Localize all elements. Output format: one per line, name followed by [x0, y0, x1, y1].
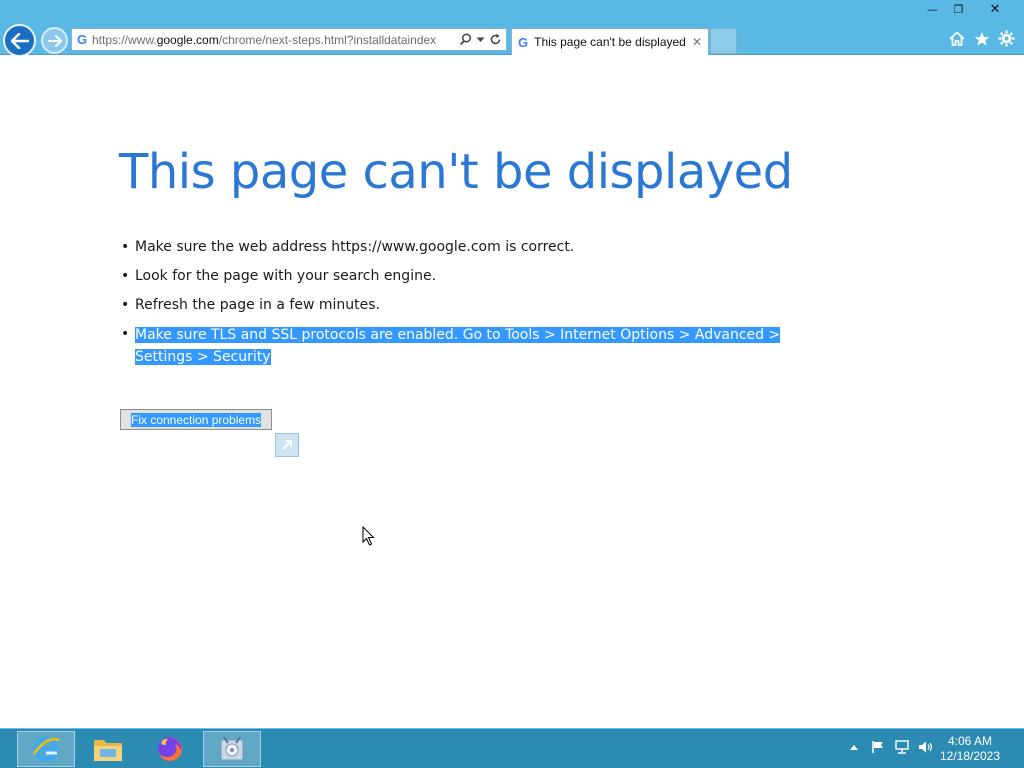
mouse-cursor-icon	[362, 526, 375, 546]
refresh-icon[interactable]	[489, 33, 502, 46]
system-tray	[846, 739, 934, 755]
url-text[interactable]: https://www.google.com/chrome/next-steps…	[92, 33, 455, 47]
google-favicon-icon: G	[76, 32, 88, 47]
expand-diagnostics-icon[interactable]	[275, 433, 299, 457]
clock-date: 12/18/2023	[939, 749, 1001, 763]
back-arrow-icon	[10, 32, 29, 49]
forward-arrow-icon	[47, 34, 62, 47]
new-tab-button[interactable]	[710, 28, 737, 54]
favorites-star-icon[interactable]	[972, 29, 991, 48]
list-item: Look for the page with your search engin…	[121, 266, 821, 286]
fix-button-label: Fix connection problems	[131, 412, 262, 427]
troubleshooting-list: Make sure the web address https://www.go…	[121, 237, 821, 377]
file-explorer-icon	[94, 740, 122, 761]
tip-text-selected: Make sure TLS and SSL protocols are enab…	[135, 327, 781, 365]
fix-connection-problems-button[interactable]: Fix connection problems	[120, 409, 272, 430]
tab-current[interactable]: G This page can't be displayed ✕	[511, 28, 709, 55]
url-path: /chrome/next-steps.html?installdataindex	[218, 32, 437, 47]
settings-gear-icon[interactable]	[997, 29, 1016, 48]
url-prefix: https://www.	[92, 32, 157, 47]
google-favicon-icon: G	[518, 34, 529, 50]
close-window-button[interactable]: ✕	[972, 0, 1018, 19]
tab-title: This page can't be displayed	[534, 35, 686, 49]
list-item: Refresh the page in a few minutes.	[121, 295, 821, 315]
tip-text: Look for the page with your search engin…	[135, 268, 437, 284]
browser-tools	[947, 29, 1016, 48]
dropdown-chevron-icon[interactable]	[476, 37, 485, 43]
page-title: This page can't be displayed	[119, 144, 793, 200]
page-content: This page can't be displayed Make sure t…	[0, 56, 1024, 728]
address-bar[interactable]: G https://www.google.com/chrome/next-ste…	[71, 28, 507, 51]
url-domain: google.com	[156, 32, 219, 47]
firefox-icon	[158, 737, 182, 761]
taskbar: 4:06 AM 12/18/2023	[0, 728, 1024, 768]
tip-text: Refresh the page in a few minutes.	[135, 297, 380, 313]
action-center-flag-icon[interactable]	[870, 739, 886, 755]
internet-explorer-icon	[32, 736, 60, 762]
taskbar-file-explorer[interactable]	[79, 731, 137, 767]
home-icon[interactable]	[947, 29, 966, 48]
taskbar-internet-explorer[interactable]	[17, 731, 75, 767]
list-item-selected: Make sure TLS and SSL protocols are enab…	[121, 324, 821, 368]
minimize-button[interactable]: —	[920, 0, 945, 19]
network-icon[interactable]	[894, 739, 910, 755]
search-icon[interactable]	[459, 33, 472, 46]
list-item: Make sure the web address https://www.go…	[121, 237, 821, 257]
tip-text: Make sure the web address https://www.go…	[135, 239, 575, 255]
address-bar-actions	[455, 33, 506, 46]
browser-chrome: — ❐ ✕ G https://www.google.com/chrome/ne…	[0, 0, 1024, 57]
volume-icon[interactable]	[918, 739, 934, 755]
restore-button[interactable]: ❐	[946, 0, 971, 19]
window-controls: — ❐ ✕	[919, 0, 1018, 19]
taskbar-clock[interactable]: 4:06 AM 12/18/2023	[938, 734, 1002, 764]
close-tab-icon[interactable]: ✕	[692, 35, 702, 49]
show-hidden-icons-icon[interactable]	[846, 739, 862, 755]
clock-time: 4:06 AM	[947, 734, 993, 748]
back-button[interactable]	[3, 24, 36, 57]
taskbar-firefox[interactable]	[141, 731, 199, 767]
setup-icon	[220, 736, 244, 761]
taskbar-setup-program[interactable]	[203, 731, 261, 767]
forward-button[interactable]	[41, 27, 68, 54]
